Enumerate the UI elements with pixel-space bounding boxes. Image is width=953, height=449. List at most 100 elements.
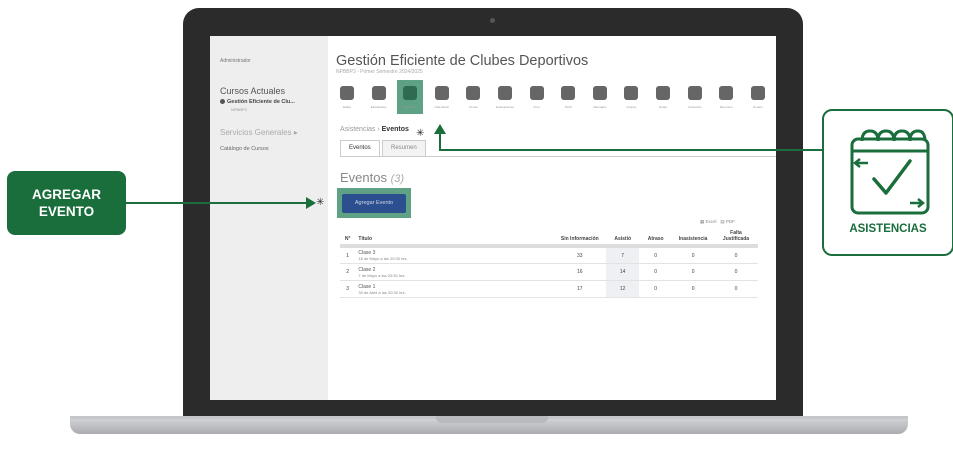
- toolbar-item-label: Evaluaciones: [496, 105, 514, 109]
- table-row[interactable]: 3 Clase 1 30 de Abril a las 20:30 hrs. 17…: [340, 280, 758, 298]
- click-cursor-icon: ✳: [316, 197, 325, 208]
- toolbar-item-editar[interactable]: Editar: [334, 80, 360, 114]
- cell-inasistencia: 0: [672, 280, 714, 298]
- cube-icon: [719, 86, 734, 100]
- callout-attendance: ASISTENCIAS: [822, 109, 953, 256]
- toolbar-item-label: Perfil: [564, 105, 572, 109]
- breadcrumb-current: Eventos: [381, 126, 409, 133]
- sidebar-item-services[interactable]: Servicios Generales ▸: [220, 128, 298, 137]
- toolbar-item-foro[interactable]: Foro: [524, 80, 550, 114]
- sidebar-admin-label: Administrador: [220, 58, 251, 64]
- toolbar-item-label: Editar: [343, 105, 351, 109]
- event-date: 7 de Mayo a las 20:30 hrs.: [358, 272, 406, 278]
- course-toolbar: Editar Estudiantes Asistencias Calendario Te…: [330, 80, 776, 120]
- toolbar-item-label: Contenido: [687, 105, 702, 109]
- toolbar-item-horario[interactable]: Horario: [745, 80, 771, 114]
- table-header-row: N° Título Sin Información Asistió Atraso…: [340, 228, 758, 248]
- cell-title[interactable]: Clase 1 30 de Abril a las 20:30 hrs.: [355, 280, 554, 298]
- connector-line: [439, 149, 822, 151]
- event-date: 16 de Mayo a las 20:30 hrs.: [358, 256, 408, 261]
- tab-events[interactable]: Eventos: [340, 140, 380, 156]
- cell-atraso: 0: [639, 263, 673, 281]
- toolbar-item-temas[interactable]: Temas: [460, 80, 486, 114]
- arrow-up-icon: [434, 124, 446, 134]
- page-title: Gestión Eficiente de Clubes Deportivos: [336, 53, 589, 69]
- toolbar-item-notas[interactable]: Notas: [650, 80, 676, 114]
- export-links: ▦ Excel ▤ PDF: [700, 219, 735, 225]
- col-header: Sin Información: [553, 228, 607, 248]
- col-header: Inasistencia: [672, 228, 714, 248]
- cell-asistio: 14: [606, 263, 640, 281]
- toolbar-item-contenido[interactable]: Contenido: [682, 80, 708, 114]
- cell-falta: 0: [713, 280, 758, 298]
- toolbar-item-label: Estudiantes: [370, 105, 387, 109]
- calendar-icon: [434, 86, 449, 100]
- table-row[interactable]: 2 Clase 27 de Mayo a las 20:30 hrs. 16 1…: [340, 263, 758, 281]
- shapes-icon: [466, 86, 481, 100]
- toolbar-item-perfil[interactable]: Perfil: [555, 80, 581, 114]
- toolbar-item-label: Temas: [468, 105, 478, 109]
- export-pdf-link[interactable]: PDF: [726, 219, 735, 224]
- chat-icon: [529, 86, 544, 100]
- toolbar-item-label: Grupos: [626, 105, 637, 109]
- cell-sin-info: 16: [553, 263, 607, 281]
- cell-title[interactable]: Clase 27 de Mayo a las 20:30 hrs.: [355, 263, 554, 281]
- col-header: Falta Justificada: [713, 228, 758, 248]
- connector-line: [439, 133, 441, 151]
- stage: Administrador Cursos Actuales Gestión Ef…: [0, 0, 953, 449]
- toolbar-item-calendario[interactable]: Calendario: [429, 80, 455, 114]
- chevron-right-icon: ▸: [293, 128, 298, 137]
- breadcrumb: Asistencias › Eventos: [340, 126, 409, 133]
- toolbar-item-label: Notas: [659, 105, 667, 109]
- cell-title[interactable]: Clase 3 16 de Mayo a las 20:30 hrs.: [355, 246, 554, 264]
- event-date: 30 de Abril a las 20:30 hrs.: [358, 289, 406, 295]
- click-cursor-icon: ✳: [416, 128, 425, 139]
- events-count: (3): [390, 173, 405, 185]
- tab-divider: [340, 156, 776, 157]
- cell-atraso: 0: [639, 246, 673, 264]
- cell-number: 3: [340, 280, 356, 298]
- target-icon: [498, 86, 512, 100]
- events-title: Eventos: [340, 170, 387, 185]
- chart-icon: [656, 86, 670, 100]
- sidebar-item-catalog[interactable]: Catálogo de Cursos: [220, 146, 269, 152]
- sidebar-course-label: Gestión Eficiente de Clu...: [227, 99, 295, 105]
- course-dot-icon: [220, 99, 225, 105]
- breadcrumb-root[interactable]: Asistencias: [340, 126, 375, 133]
- laptop-notch: [436, 416, 548, 423]
- cell-asistio: 7: [606, 246, 640, 264]
- table-row[interactable]: 1 Clase 3 16 de Mayo a las 20:30 hrs. 33 …: [340, 246, 758, 264]
- book-icon: [687, 86, 702, 100]
- app-screen: Administrador Cursos Actuales Gestión Ef…: [210, 36, 776, 400]
- tab-summary[interactable]: Resumen: [382, 140, 426, 156]
- callout-add-event-line2: EVENTO: [38, 204, 95, 219]
- users-icon: [371, 86, 386, 100]
- toolbar-item-label: Horario: [752, 105, 763, 109]
- callout-attendance-label: ASISTENCIAS: [849, 223, 927, 235]
- events-heading: Eventos (3): [340, 170, 404, 185]
- sidebar-item-course[interactable]: Gestión Eficiente de Clu...: [220, 99, 295, 105]
- events-table: N° Título Sin Información Asistió Atraso…: [340, 228, 758, 298]
- toolbar-item-grupos[interactable]: Grupos: [618, 80, 644, 114]
- mail-icon: [592, 86, 607, 100]
- toolbar-item-label: Mensajes: [593, 105, 607, 109]
- edit-icon: [340, 86, 354, 100]
- connector-line: [126, 202, 310, 204]
- toolbar-item-recursos[interactable]: Recursos: [713, 80, 739, 114]
- sidebar-services-label: Servicios Generales: [220, 128, 292, 137]
- clock-icon: [750, 86, 765, 100]
- sidebar-course-code: NPBBP3: [231, 107, 247, 112]
- add-event-button[interactable]: Agregar Evento: [342, 194, 406, 213]
- excel-icon: ▦: [700, 219, 705, 224]
- callout-add-event-line1: AGREGAR: [31, 187, 101, 202]
- toolbar-item-evaluaciones[interactable]: Evaluaciones: [492, 80, 518, 114]
- person-icon: [561, 86, 576, 100]
- toolbar-item-mensajes[interactable]: Mensajes: [587, 80, 613, 114]
- col-header: Atraso: [639, 228, 673, 248]
- export-excel-link[interactable]: Excel: [706, 219, 717, 224]
- col-header: Título: [355, 228, 554, 248]
- toolbar-item-asistencias[interactable]: Asistencias: [397, 80, 424, 114]
- cell-falta: 0: [713, 246, 758, 264]
- toolbar-item-estudiantes[interactable]: Estudiantes: [366, 80, 392, 114]
- page-subtitle: NPBBP3 - Primer Semestre 2024/2025: [336, 69, 423, 75]
